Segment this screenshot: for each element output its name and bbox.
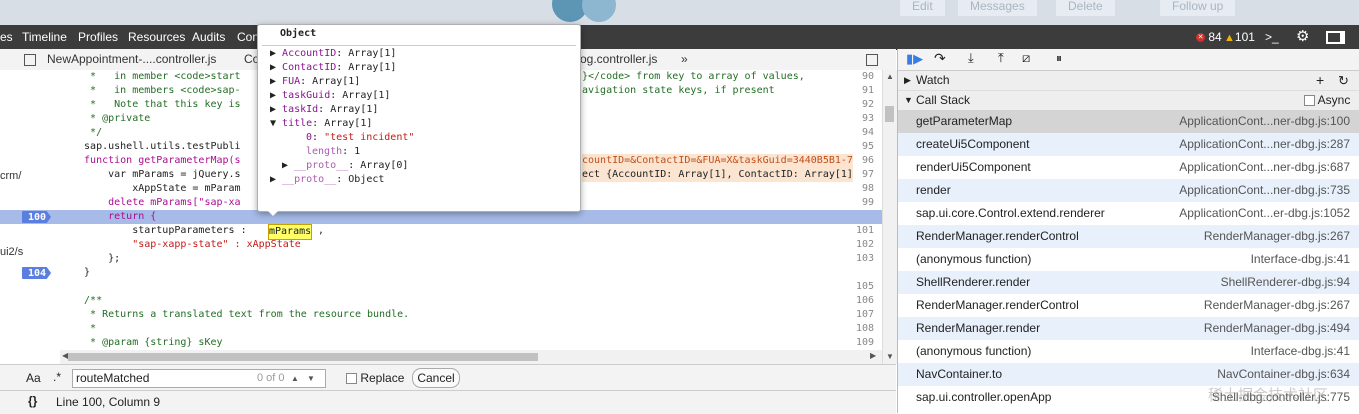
scroll-thumb[interactable] (885, 106, 894, 122)
edit-button[interactable]: Edit (900, 0, 945, 16)
call-frame[interactable]: RenderManager.renderControl RenderManager… (898, 294, 1359, 317)
background-page-strip: Edit Messages Delete Follow up (0, 0, 1359, 25)
debugger-toolbar: ▮▶ ↷ ⤓ ⤒ ⧄ ⏸ (898, 49, 1359, 71)
replace-checkbox[interactable]: Replace (346, 371, 404, 385)
code-line: 108 * (72, 323, 874, 334)
tab-audits[interactable]: Audits (192, 25, 225, 49)
array-length: length: 1 (306, 146, 361, 157)
code-line: 109 * @param {string} sKey (72, 337, 874, 348)
property-row[interactable]: ▶ FUA: Array[1] (270, 75, 360, 89)
code-line: 102 "sap-xapp-state" : xAppState (72, 239, 874, 250)
scroll-down-icon[interactable]: ▼ (886, 352, 894, 361)
search-bar: Aa .* routeMatched 0 of 0 ▲ ▼ Replace Ca… (0, 364, 896, 391)
debugger-sidebar: ▮▶ ↷ ⤓ ⤒ ⧄ ⏸ ▶ Watch + ↻ ▼ Call Stack As… (897, 49, 1359, 413)
file-tab[interactable]: og.controller.js (580, 49, 657, 70)
clipped-navigator-text: ui2/s (0, 246, 24, 258)
editor-vertical-scrollbar[interactable]: ▲ ▼ (882, 70, 897, 364)
code-line: 105 (855, 281, 874, 292)
tab-resources[interactable]: Resources (128, 25, 185, 49)
warning-counter[interactable]: ▲101 (1224, 25, 1255, 49)
deactivate-breakpoints-icon[interactable]: ⧄ (1022, 50, 1030, 66)
refresh-icon[interactable]: ↻ (1338, 71, 1349, 90)
call-frame[interactable]: RenderManager.renderControl RenderManager… (898, 225, 1359, 248)
cancel-button[interactable]: Cancel (412, 368, 460, 388)
tab-timeline[interactable]: Timeline (22, 25, 67, 49)
toggle-navigator-icon[interactable] (24, 49, 36, 70)
proto-row[interactable]: ▶ __proto__: Object (270, 173, 384, 187)
code-line: 104 } (0, 266, 882, 280)
call-frame[interactable]: ShellRenderer.render ShellRenderer-dbg.js… (898, 271, 1359, 294)
scroll-right-icon[interactable]: ▶ (870, 351, 876, 360)
watch-section-header[interactable]: ▶ Watch + ↻ (898, 71, 1359, 91)
call-frame[interactable]: sap.ui.core.Control.extend.renderer Appli… (898, 202, 1359, 225)
find-next-icon[interactable]: ▼ (307, 370, 315, 387)
clipped-navigator-text: crm/ (0, 170, 22, 182)
call-frame[interactable]: getParameterMap ApplicationCont...ner-dbg… (898, 110, 1359, 133)
file-tab[interactable]: NewAppointment-....controller.js (47, 49, 216, 70)
resume-icon[interactable]: ▮▶ (906, 51, 923, 67)
scroll-up-icon[interactable]: ▲ (886, 72, 894, 81)
status-bar: {} Line 100, Column 9 (0, 390, 896, 414)
object-inspector-popover[interactable]: Object ▶ AccountID: Array[1] ▶ ContactID… (257, 24, 581, 212)
pause-on-exceptions-icon[interactable]: ⏸ (1056, 51, 1062, 66)
popover-title: Object (280, 28, 317, 39)
more-tabs-icon[interactable]: » (681, 49, 688, 70)
delete-button[interactable]: Delete (1056, 0, 1115, 16)
regex-toggle[interactable]: .* (53, 370, 61, 384)
async-checkbox[interactable]: Async (1304, 91, 1350, 110)
tab-console[interactable]: Con (237, 25, 259, 49)
breakpoint-marker[interactable]: 100 (22, 211, 52, 223)
error-counter[interactable]: ✕ 84 (1196, 25, 1222, 49)
warning-count: 101 (1234, 30, 1255, 44)
dock-icon[interactable] (1326, 25, 1345, 49)
search-input[interactable]: routeMatched 0 of 0 ▲ ▼ (72, 369, 326, 388)
match-case-toggle[interactable]: Aa (26, 371, 41, 385)
scroll-thumb[interactable] (68, 353, 538, 361)
proto-row[interactable]: ▶ __proto__: Array[0] (282, 159, 408, 173)
step-out-icon[interactable]: ⤒ (998, 50, 1004, 66)
property-row[interactable]: ▶ AccountID: Array[1] (270, 47, 396, 61)
property-row[interactable]: ▶ taskId: Array[1] (270, 103, 378, 117)
code-line: 103 }; (72, 253, 874, 264)
console-drawer-icon[interactable]: >_ (1265, 25, 1279, 49)
tab-profiles[interactable]: Profiles (78, 25, 118, 49)
call-frame[interactable]: RenderManager.render RenderManager-dbg.js… (898, 317, 1359, 340)
add-watch-icon[interactable]: + (1316, 71, 1324, 90)
error-count: 84 (1208, 30, 1222, 44)
step-over-icon[interactable]: ↷ (934, 50, 946, 67)
breakpoint-marker[interactable]: 104 (22, 267, 52, 279)
cursor-position: Line 100, Column 9 (56, 395, 161, 409)
match-count: 0 of 0 (257, 372, 285, 384)
call-frame[interactable]: (anonymous function) Interface-dbg.js:41 (898, 340, 1359, 363)
pretty-print-button[interactable]: {} (28, 394, 37, 408)
call-frame[interactable]: (anonymous function) Interface-dbg.js:41 (898, 248, 1359, 271)
follow-up-button[interactable]: Follow up (1160, 0, 1236, 16)
call-frame[interactable]: createUi5Component ApplicationCont...ner-… (898, 133, 1359, 156)
watermark: 稀土掘金技术社区 (1208, 387, 1329, 404)
toggle-debugger-icon[interactable] (866, 49, 878, 70)
step-into-icon[interactable]: ⤓ (968, 50, 974, 66)
code-line: 107 * Returns a translated text from the… (72, 309, 874, 320)
messages-button[interactable]: Messages (958, 0, 1037, 16)
call-frame[interactable]: render ApplicationCont...ner-dbg.js:735 (898, 179, 1359, 202)
property-row[interactable]: ▶ taskGuid: Array[1] (270, 89, 390, 103)
code-line: 106 /** (72, 295, 874, 306)
find-previous-icon[interactable]: ▲ (291, 370, 299, 387)
tab-sources[interactable]: es (0, 25, 13, 49)
current-execution-line: 100 return { (0, 210, 882, 224)
gear-icon[interactable]: ⚙ (1296, 25, 1309, 49)
property-row[interactable]: ▶ ContactID: Array[1] (270, 61, 396, 75)
call-frame[interactable]: NavContainer.to NavContainer-dbg.js:634 (898, 363, 1359, 386)
popover-pointer (266, 209, 280, 216)
devtools-tab-bar: es Timeline Profiles Resources Audits Co… (0, 25, 1359, 50)
decorative-circle (582, 0, 616, 22)
error-icon: ✕ (1196, 33, 1205, 43)
code-line: 101 startupParameters : mParams, (0, 224, 882, 240)
warning-icon: ▲ (1224, 32, 1235, 44)
call-frame[interactable]: renderUi5Component ApplicationCont...ner-… (898, 156, 1359, 179)
call-stack-section-header[interactable]: ▼ Call Stack Async (898, 91, 1359, 111)
array-item: 0: "test incident" (306, 132, 415, 143)
property-row-expanded[interactable]: ▼ title: Array[1] (270, 117, 372, 131)
editor-horizontal-scrollbar[interactable]: ◀ ▶ (60, 350, 882, 364)
